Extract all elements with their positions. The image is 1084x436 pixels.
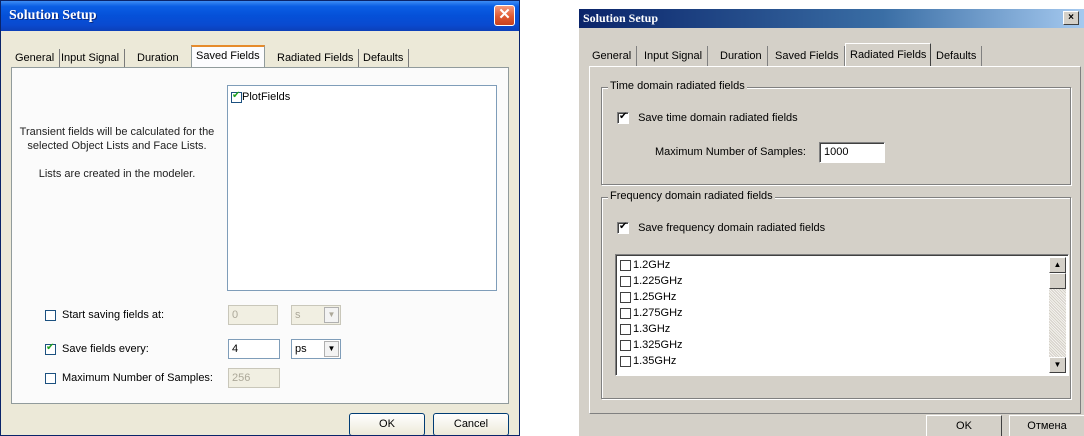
- solution-setup-dialog-classic: Solution Setup × General Input Signal Du…: [578, 8, 1084, 436]
- tab-general[interactable]: General: [592, 46, 638, 66]
- tab-defaults[interactable]: Defaults: [363, 49, 410, 67]
- cancel-button[interactable]: Отмена: [1009, 415, 1084, 436]
- checkbox-icon[interactable]: [620, 323, 631, 335]
- frequency-label: 1.275GHz: [633, 307, 683, 319]
- time-domain-group: Time domain radiated fields: [601, 80, 1071, 185]
- tab-radiated-fields[interactable]: Radiated Fields: [845, 43, 932, 67]
- list-item-label: PlotFields: [242, 91, 291, 103]
- checkbox-icon[interactable]: [620, 339, 631, 351]
- start-saving-unit-select[interactable]: s ▼: [291, 305, 341, 325]
- tab-saved-fields[interactable]: Saved Fields: [191, 45, 265, 67]
- frequency-label: 1.3GHz: [633, 323, 671, 335]
- max-samples-input[interactable]: 256: [228, 368, 280, 388]
- solution-setup-dialog-xp: Solution Setup ✕ General Input Signal Du…: [0, 0, 520, 436]
- frequency-label: 1.225GHz: [633, 275, 683, 287]
- checkbox-icon[interactable]: [620, 259, 631, 271]
- close-button[interactable]: ×: [1063, 11, 1079, 25]
- tab-defaults[interactable]: Defaults: [936, 46, 983, 66]
- save-time-domain-label: Save time domain radiated fields: [638, 112, 798, 124]
- tab-duration[interactable]: Duration: [720, 46, 768, 66]
- chevron-down-icon[interactable]: ▼: [324, 341, 339, 357]
- max-samples-checkbox[interactable]: [45, 372, 56, 384]
- tab-input-signal[interactable]: Input Signal: [61, 49, 126, 67]
- save-every-input[interactable]: 4: [228, 339, 280, 359]
- save-frequency-domain-label: Save frequency domain radiated fields: [638, 222, 826, 234]
- frequency-label: 1.2GHz: [633, 259, 671, 271]
- ok-button[interactable]: OK: [926, 415, 1002, 436]
- checkbox-icon[interactable]: [620, 307, 631, 319]
- close-button[interactable]: ✕: [494, 5, 515, 26]
- scrollbar-thumb[interactable]: [1049, 273, 1066, 289]
- list-item[interactable]: 1.275GHz: [620, 306, 683, 320]
- save-frequency-domain-checkbox[interactable]: [617, 221, 629, 235]
- start-saving-row: Start saving fields at:: [45, 309, 164, 321]
- save-time-domain-checkbox[interactable]: [617, 111, 629, 125]
- list-item[interactable]: 1.25GHz: [620, 290, 676, 304]
- scroll-up-arrow-icon[interactable]: ▲: [1049, 257, 1066, 273]
- time-domain-row: Save time domain radiated fields: [617, 111, 798, 125]
- tab-general[interactable]: General: [15, 49, 61, 67]
- save-every-checkbox[interactable]: [45, 342, 56, 355]
- object-list-box[interactable]: PlotFields: [227, 85, 497, 291]
- cancel-button[interactable]: Cancel: [433, 413, 509, 435]
- dialog-title: Solution Setup: [583, 11, 659, 25]
- frequency-list-box[interactable]: 1.2GHz 1.225GHz 1.25GHz 1.275GHz 1.3GHz …: [615, 254, 1069, 376]
- max-samples-row: Maximum Number of Samples:: [45, 372, 213, 384]
- tab-radiated-fields[interactable]: Radiated Fields: [277, 49, 360, 67]
- checkbox-icon[interactable]: [620, 355, 631, 367]
- ok-button[interactable]: OK: [349, 413, 425, 435]
- dialog-title: Solution Setup: [9, 8, 97, 23]
- chevron-down-icon[interactable]: ▼: [324, 307, 339, 323]
- list-item[interactable]: 1.325GHz: [620, 338, 683, 352]
- time-max-samples-input[interactable]: 1000: [819, 142, 885, 163]
- frequency-label: 1.325GHz: [633, 339, 683, 351]
- save-every-row: Save fields every:: [45, 342, 149, 355]
- start-saving-checkbox[interactable]: [45, 309, 56, 321]
- frequency-label: 1.25GHz: [633, 291, 677, 303]
- frequency-label: 1.35GHz: [633, 355, 677, 367]
- save-every-label: Save fields every:: [62, 343, 149, 355]
- start-saving-label: Start saving fields at:: [62, 309, 165, 321]
- frequency-domain-row: Save frequency domain radiated fields: [617, 221, 826, 235]
- checkbox-icon[interactable]: [620, 291, 631, 303]
- list-item[interactable]: 1.2GHz: [620, 258, 670, 272]
- tab-input-signal[interactable]: Input Signal: [644, 46, 709, 66]
- scroll-down-arrow-icon[interactable]: ▼: [1049, 357, 1066, 373]
- time-max-samples-label: Maximum Number of Samples:: [655, 146, 806, 158]
- title-bar[interactable]: Solution Setup ×: [579, 9, 1084, 28]
- list-item[interactable]: PlotFields: [231, 90, 291, 103]
- frequency-domain-caption: Frequency domain radiated fields: [608, 190, 775, 202]
- description-text: Transient fields will be calculated for …: [19, 126, 215, 152]
- checkbox-icon[interactable]: [620, 275, 631, 287]
- tab-duration[interactable]: Duration: [137, 49, 179, 67]
- list-item[interactable]: 1.225GHz: [620, 274, 683, 288]
- save-every-unit-select[interactable]: ps ▼: [291, 339, 341, 359]
- list-item[interactable]: 1.35GHz: [620, 354, 676, 368]
- start-saving-unit-value: s: [295, 309, 301, 321]
- description-text-2: Lists are created in the modeler.: [38, 168, 196, 180]
- checkbox-checked-icon[interactable]: [231, 90, 242, 103]
- vertical-scrollbar[interactable]: ▲ ▼: [1049, 257, 1066, 373]
- start-saving-input[interactable]: 0: [228, 305, 278, 325]
- tab-saved-fields[interactable]: Saved Fields: [775, 46, 845, 66]
- max-samples-label: Maximum Number of Samples:: [62, 372, 213, 384]
- title-bar[interactable]: Solution Setup ✕: [1, 1, 519, 31]
- list-item[interactable]: 1.3GHz: [620, 322, 670, 336]
- time-domain-caption: Time domain radiated fields: [608, 80, 747, 92]
- save-every-unit-value: ps: [295, 343, 307, 355]
